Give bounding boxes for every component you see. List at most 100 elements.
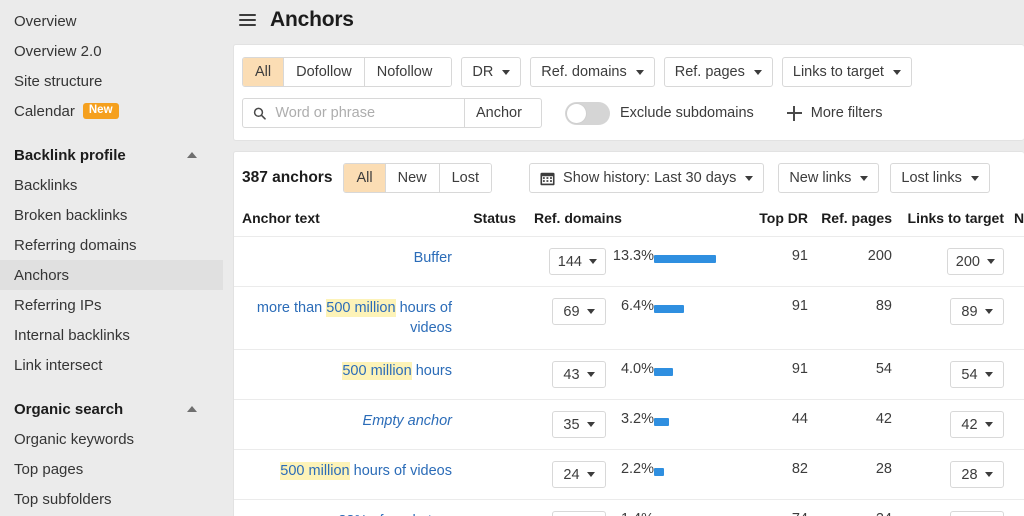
filter-tab-nofollow[interactable]: Nofollow [365, 58, 452, 86]
column-header-ref-pages[interactable]: Ref. pages [808, 204, 892, 237]
ref-domains-dropdown[interactable]: 35 [552, 411, 606, 438]
state-segmented-control[interactable]: All New Lost [343, 163, 492, 193]
show-history-button[interactable]: Show history: Last 30 days [529, 163, 764, 193]
column-header-links-to-target[interactable]: Links to target [892, 204, 1004, 237]
anchor-text-cell: Empty anchor [234, 400, 452, 450]
ref-domains-percent: 1.4% [606, 500, 654, 516]
caret-up-icon[interactable] [187, 406, 197, 412]
filter-dr-button[interactable]: DR [461, 57, 521, 87]
sidebar-item-site-structure[interactable]: Site structure [0, 66, 223, 96]
ref-domains-dropdown[interactable]: 43 [552, 361, 606, 388]
sidebar-item-label: Overview 2.0 [14, 43, 102, 60]
column-header-truncated[interactable]: N [1004, 204, 1024, 237]
sidebar-item-referring-ips[interactable]: Referring IPs [0, 290, 223, 320]
sidebar-item-top-subfolders[interactable]: Top subfolders [0, 484, 223, 514]
main-content: Anchors All Dofollow Nofollow [223, 0, 1024, 516]
filters-panel: All Dofollow Nofollow DR Ref. domains [233, 44, 1024, 141]
ref-pages-value: 42 [808, 400, 892, 450]
ref-domains-value: 43 [563, 367, 579, 383]
ref-domains-bar-cell [654, 500, 746, 516]
state-tab-lost[interactable]: Lost [440, 164, 491, 192]
filter-tab-dofollow[interactable]: Dofollow [284, 58, 365, 86]
truncated-cell [1004, 500, 1024, 516]
filter-tab-all[interactable]: All [243, 58, 284, 86]
links-to-target-cell: 200 [892, 237, 1004, 287]
filter-links-to-target-button[interactable]: Links to target [782, 57, 912, 87]
search-box[interactable] [243, 99, 465, 127]
new-links-button[interactable]: New links [778, 163, 879, 193]
chevron-down-icon [860, 176, 868, 181]
state-tab-lost-label: Lost [452, 170, 479, 186]
ref-domains-dropdown[interactable]: 144 [549, 248, 606, 275]
links-to-target-dropdown[interactable]: 24 [950, 511, 1004, 516]
filter-ref-pages-button[interactable]: Ref. pages [664, 57, 773, 87]
ref-domains-dropdown[interactable]: 24 [552, 461, 606, 488]
hamburger-icon[interactable] [239, 14, 256, 26]
top-dr-value: 91 [746, 237, 808, 287]
ref-domains-value: 144 [558, 254, 582, 270]
sidebar-item-backlinks[interactable]: Backlinks [0, 170, 223, 200]
sidebar-item-broken-backlinks[interactable]: Broken backlinks [0, 200, 223, 230]
state-tab-new[interactable]: New [386, 164, 440, 192]
filter-ref-domains-button[interactable]: Ref. domains [530, 57, 654, 87]
top-dr-value: 44 [746, 400, 808, 450]
table-row[interactable]: Empty anchor353.2%444242 [234, 400, 1024, 450]
ref-domains-bar [654, 468, 664, 476]
sidebar-item-overview[interactable]: Overview [0, 6, 223, 36]
sidebar-item-overview-2-0[interactable]: Overview 2.0 [0, 36, 223, 66]
chevron-down-icon [971, 176, 979, 181]
table-row[interactable]: more than 500 million hours of videos696… [234, 287, 1024, 350]
table-row[interactable]: 500 million hours434.0%915454 [234, 350, 1024, 400]
column-header-anchor-text[interactable]: Anchor text [234, 204, 452, 237]
chevron-down-icon [589, 259, 597, 264]
sidebar-item-link-intersect[interactable]: Link intersect [0, 350, 223, 380]
filter-links-to-target-label: Links to target [793, 64, 884, 80]
sidebar-item-top-pages[interactable]: Top pages [0, 454, 223, 484]
exclude-subdomains-toggle[interactable] [565, 102, 610, 125]
links-to-target-value: 28 [961, 467, 977, 483]
column-header-status[interactable]: Status [452, 204, 516, 237]
links-to-target-dropdown[interactable]: 28 [950, 461, 1004, 488]
state-tab-all[interactable]: All [344, 164, 385, 192]
ref-domains-dropdown[interactable]: 15 [552, 511, 606, 516]
sidebar-item-organic-keywords[interactable]: Organic keywords [0, 424, 223, 454]
links-to-target-dropdown[interactable]: 89 [950, 298, 1004, 325]
more-filters-button[interactable]: More filters [787, 105, 883, 121]
table-row[interactable]: Buffer14413.3%91200200 [234, 237, 1024, 287]
sidebar-item-referring-domains[interactable]: Referring domains [0, 230, 223, 260]
caret-up-icon[interactable] [187, 152, 197, 158]
state-tab-all-label: All [356, 170, 372, 186]
search-input[interactable] [275, 105, 456, 121]
sidebar-item-label: Backlinks [14, 177, 77, 194]
anchor-text-link[interactable]: 500 million hours of videos [280, 462, 452, 480]
filter-row-secondary: Anchor Exclude subdomains More filters [242, 98, 1024, 128]
anchor-text-link[interactable]: more than 500 million hours of videos [257, 299, 452, 336]
anchor-text-link[interactable]: Empty anchor [363, 413, 452, 429]
sidebar-item-organic-search[interactable]: Organic search [0, 394, 223, 424]
follow-type-segmented-control[interactable]: All Dofollow Nofollow [242, 57, 452, 87]
anchor-text-link[interactable]: Buffer [414, 250, 452, 266]
sidebar-item-internal-backlinks[interactable]: Internal backlinks [0, 320, 223, 350]
chevron-down-icon [745, 176, 753, 181]
column-header-ref-domains[interactable]: Ref. domains [516, 204, 746, 237]
column-header-top-dr[interactable]: Top DR [746, 204, 808, 237]
ref-domains-dropdown[interactable]: 69 [552, 298, 606, 325]
table-row[interactable]: 500 million hours of videos242.2%822828 [234, 450, 1024, 500]
anchor-text-part: Buffer [414, 250, 452, 266]
sidebar-item-anchors[interactable]: Anchors [0, 260, 223, 290]
anchor-text-link[interactable]: 500 million hours [342, 362, 452, 380]
sidebar-item-backlink-profile[interactable]: Backlink profile [0, 140, 223, 170]
ref-domains-bar [654, 255, 716, 263]
table-row[interactable]: 83% of marketers151.4%742424 [234, 500, 1024, 516]
lost-links-button[interactable]: Lost links [890, 163, 989, 193]
results-panel: 387 anchors All New Lost [233, 151, 1024, 516]
ref-domains-percent: 3.2% [606, 400, 654, 450]
filter-dr-label: DR [472, 64, 493, 80]
sidebar-badge-new: New [83, 103, 119, 120]
links-to-target-dropdown[interactable]: 54 [950, 361, 1004, 388]
links-to-target-dropdown[interactable]: 42 [950, 411, 1004, 438]
search-scope-dropdown[interactable]: Anchor [465, 99, 541, 127]
chevron-down-icon [987, 259, 995, 264]
links-to-target-dropdown[interactable]: 200 [947, 248, 1004, 275]
sidebar-item-calendar[interactable]: CalendarNew [0, 96, 223, 126]
